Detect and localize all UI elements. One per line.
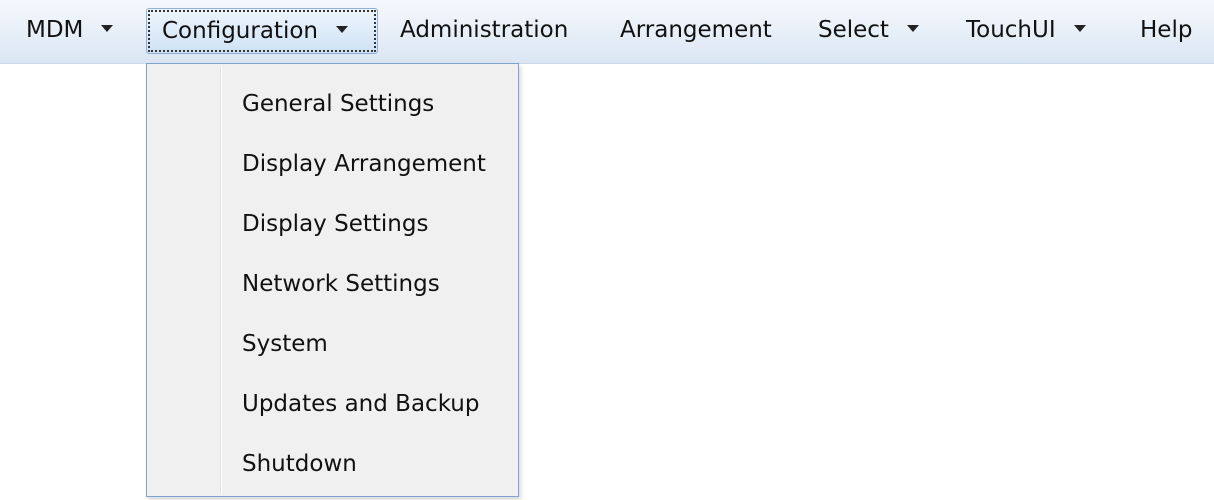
configuration-dropdown-menu: General Settings Display Arrangement Dis…: [146, 63, 519, 497]
menu-administration-label: Administration: [400, 17, 569, 43]
menu-item-system[interactable]: System: [242, 324, 328, 364]
caret-down-icon: [335, 26, 348, 33]
menu-item-shutdown[interactable]: Shutdown: [242, 444, 357, 484]
caret-down-icon: [906, 25, 919, 32]
menu-select[interactable]: Select: [818, 8, 919, 54]
menu-item-general-settings[interactable]: General Settings: [242, 84, 434, 124]
menu-administration[interactable]: Administration: [400, 8, 568, 54]
caret-down-icon: [101, 25, 114, 32]
menu-mdm[interactable]: MDM: [26, 8, 114, 54]
menu-item-network-settings[interactable]: Network Settings: [242, 264, 440, 304]
menu-configuration[interactable]: Configuration: [146, 8, 378, 54]
menu-icon-gutter-divider: [220, 66, 222, 494]
menu-mdm-label: MDM: [26, 17, 84, 43]
menu-item-display-settings[interactable]: Display Settings: [242, 204, 428, 244]
menu-select-label: Select: [818, 17, 889, 43]
menu-item-display-arrangement[interactable]: Display Arrangement: [242, 144, 486, 184]
caret-down-icon: [1073, 25, 1086, 32]
menu-help[interactable]: Help: [1140, 8, 1192, 54]
menu-item-updates-and-backup[interactable]: Updates and Backup: [242, 384, 479, 424]
menu-help-label: Help: [1140, 17, 1193, 43]
menu-touchui[interactable]: TouchUI: [966, 8, 1086, 54]
menu-touchui-label: TouchUI: [966, 17, 1056, 43]
menu-configuration-label: Configuration: [162, 18, 318, 44]
menu-arrangement-label: Arrangement: [620, 17, 772, 43]
menu-bar: MDM Configuration Administration Arrange…: [0, 0, 1214, 64]
menu-arrangement[interactable]: Arrangement: [620, 8, 772, 54]
